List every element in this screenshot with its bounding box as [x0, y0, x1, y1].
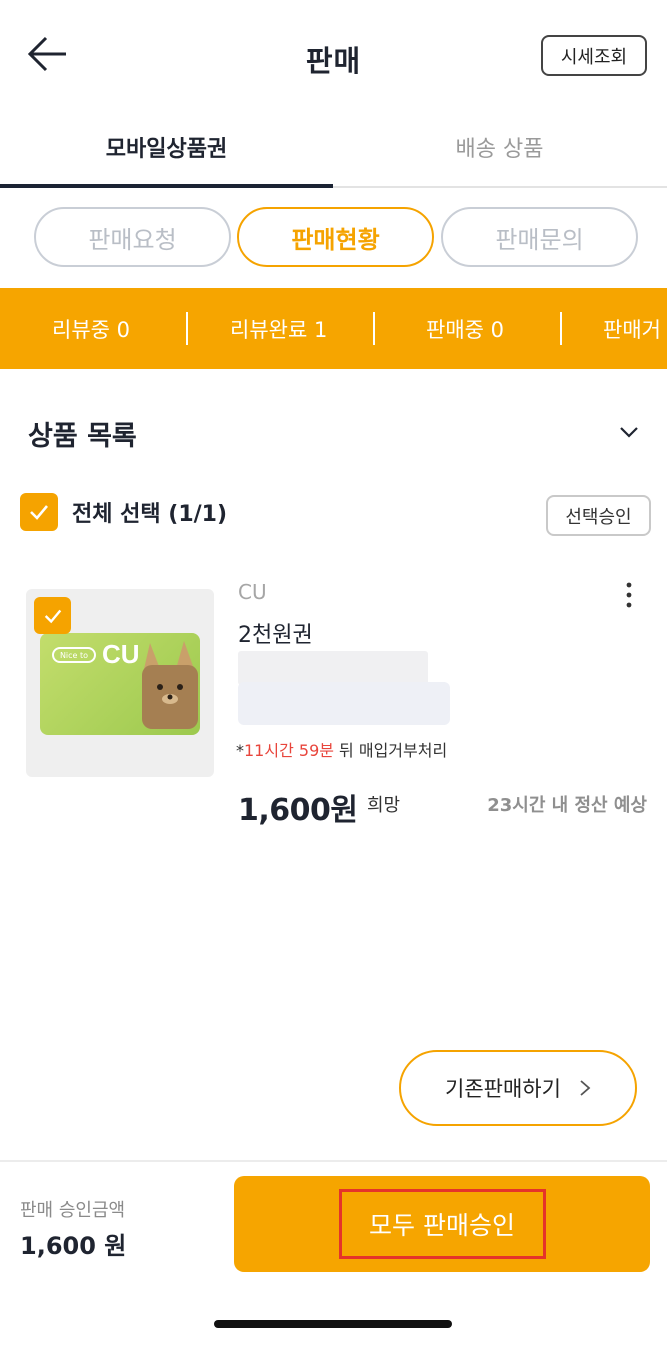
main-tabs: 모바일상품권 배송 상품 [0, 108, 667, 188]
product-checkbox[interactable] [34, 597, 71, 634]
price-check-button[interactable]: 시세조회 [541, 35, 647, 76]
section-title: 상품 목록 [28, 421, 137, 452]
segment-sale-status[interactable]: 판매현황 [237, 207, 434, 267]
status-bar: 리뷰중 0 리뷰완료 1 판매중 0 판매거 [0, 288, 667, 369]
app-header: 판매 시세조회 [0, 0, 667, 108]
checkbox [20, 493, 58, 531]
deadline-time: 11시간 59분 [244, 741, 334, 760]
approved-amount-value: 1,600 원 [20, 1232, 127, 1260]
home-indicator [214, 1320, 452, 1328]
deadline-notice: *11시간 59분 뒤 매입거부처리 [236, 741, 448, 760]
status-divider [373, 312, 375, 345]
tab-delivery-product[interactable]: 배송 상품 [333, 108, 666, 186]
settlement-note: 23시간 내 정산 예상 [487, 795, 647, 816]
price-suffix: 희망 [367, 795, 401, 816]
status-on-sale[interactable]: 판매중 0 [426, 288, 504, 369]
approve-selected-button[interactable]: 선택승인 [546, 495, 651, 536]
status-sale-rejected[interactable]: 판매거 [603, 288, 661, 369]
bear-mascot-icon [142, 641, 198, 729]
redacted-info [238, 682, 450, 725]
gift-card-image: Nice to CU [40, 633, 200, 735]
segment-sale-inquiry[interactable]: 판매문의 [441, 207, 638, 267]
status-reviewing[interactable]: 리뷰중 0 [52, 288, 130, 369]
approved-amount-label: 판매 승인금액 [20, 1200, 126, 1221]
more-vertical-icon [626, 582, 632, 608]
product-name: 2천원권 [238, 623, 313, 648]
approve-all-button[interactable]: 모두 판매승인 [234, 1176, 650, 1272]
section-toggle-button[interactable] [615, 418, 643, 446]
check-icon [44, 609, 61, 623]
segment-row: 판매요청 판매현황 판매문의 [0, 207, 667, 269]
product-price: 1,600원 [238, 793, 358, 828]
redacted-info [238, 651, 428, 685]
status-divider [560, 312, 562, 345]
status-review-done[interactable]: 리뷰완료 1 [230, 288, 327, 369]
card-logo: CU [102, 639, 140, 669]
select-all-checkbox[interactable]: 전체 선택 (1/1) [20, 492, 227, 532]
card-pill-label: Nice to [52, 647, 96, 663]
check-icon [30, 505, 48, 520]
approve-all-label: 모두 판매승인 [338, 1189, 546, 1259]
existing-sale-label: 기존판매하기 [445, 1077, 561, 1101]
product-thumbnail[interactable]: Nice to CU [26, 589, 214, 777]
chevron-down-icon [620, 427, 638, 438]
tab-mobile-voucher[interactable]: 모바일상품권 [0, 108, 333, 188]
existing-sale-button[interactable]: 기존판매하기 [399, 1050, 637, 1126]
segment-sale-request[interactable]: 판매요청 [34, 207, 231, 267]
more-options-button[interactable] [617, 580, 641, 610]
product-brand: CU [238, 580, 267, 604]
status-divider [186, 312, 188, 345]
select-all-label: 전체 선택 (1/1) [72, 502, 228, 527]
chevron-right-icon [580, 1080, 591, 1096]
